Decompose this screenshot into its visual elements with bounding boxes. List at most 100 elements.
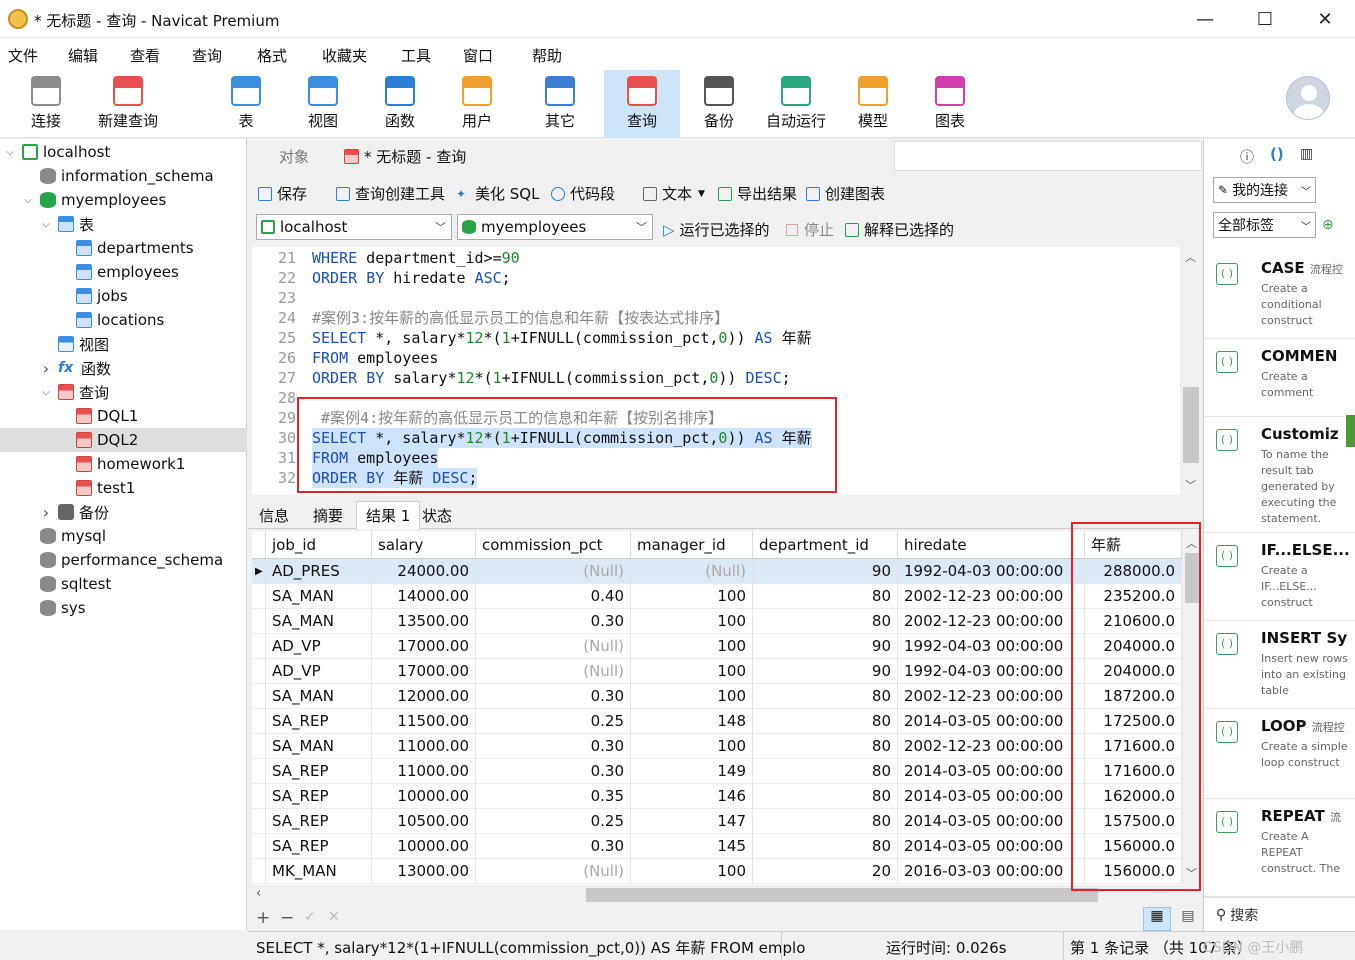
table-cell[interactable]: 20 [753, 859, 898, 884]
table-cell[interactable]: 0.25 [476, 709, 631, 734]
code-line[interactable]: ORDER BY salary*12*(1+IFNULL(commission_… [312, 368, 791, 388]
table-cell[interactable]: 146 [631, 784, 753, 809]
table-cell[interactable]: SA_REP [266, 759, 372, 784]
snippet-item[interactable]: ( ) INSERT Sy Insert new rows into an exi… [1204, 621, 1355, 709]
table-row[interactable]: SA_MAN 11000.00 0.30 100 80 2002-12-23 00:00:… [252, 734, 1182, 759]
table-cell[interactable]: 1992-04-03 00:00:00 [898, 634, 1085, 659]
chevron-down-icon[interactable]: ⌵ [40, 219, 52, 230]
table-cell[interactable]: 10000.00 [372, 834, 476, 859]
chevron-down-icon[interactable]: ⌵ [40, 387, 52, 398]
column-header[interactable]: manager_id [631, 531, 753, 559]
tree-item[interactable]: employees [0, 260, 247, 284]
tree-item[interactable]: locations [0, 308, 247, 332]
tree-item[interactable]: ⌵ myemployees [0, 188, 247, 212]
tab-info[interactable]: 信息 [250, 501, 298, 529]
tree-item[interactable]: jobs [0, 284, 247, 308]
menu-file[interactable]: 文件 [8, 45, 38, 66]
table-cell[interactable]: SA_REP [266, 834, 372, 859]
table-cell[interactable]: 80 [753, 684, 898, 709]
toolbar-new-query-button[interactable]: 新建查询 [90, 70, 166, 138]
table-row[interactable]: SA_MAN 14000.00 0.40 100 80 2002-12-23 00:00:… [252, 584, 1182, 609]
table-cell[interactable]: 100 [631, 609, 753, 634]
tree-item[interactable]: homework1 [0, 452, 247, 476]
table-cell[interactable]: (Null) [476, 559, 631, 584]
table-row[interactable]: MK_MAN 13000.00 (Null) 100 20 2016-03-03 00:0… [252, 859, 1182, 884]
grid-horizontal-scrollbar[interactable]: ‹ [252, 885, 1202, 905]
layout-icon[interactable]: ▥ [1300, 146, 1313, 162]
table-cell[interactable]: 2014-03-05 00:00:00 [898, 834, 1085, 859]
table-cell[interactable]: 11000.00 [372, 759, 476, 784]
table-row[interactable]: ▶ AD_PRES 24000.00 (Null) (Null) 90 1992-04-03… [252, 559, 1182, 584]
table-cell[interactable]: 0.35 [476, 784, 631, 809]
chevron-up-icon[interactable]: ︿ [1185, 249, 1196, 265]
tag-filter-select[interactable]: 全部标签 ﹀ [1213, 212, 1316, 238]
table-cell[interactable]: 2014-03-05 00:00:00 [898, 759, 1085, 784]
tree-item[interactable]: test1 [0, 476, 247, 500]
table-cell[interactable]: 90 [753, 659, 898, 684]
tree-item[interactable]: DQL1 [0, 404, 247, 428]
toolbar-function-button[interactable]: 函数 [362, 70, 438, 138]
tree-item[interactable]: ⌵ 查询 [0, 380, 247, 404]
table-row[interactable]: SA_REP 10000.00 0.30 145 80 2014-03-05 00:00:… [252, 834, 1182, 859]
table-cell[interactable]: 2014-03-05 00:00:00 [898, 809, 1085, 834]
table-cell[interactable]: 80 [753, 734, 898, 759]
tab-summary[interactable]: 摘要 [304, 501, 352, 529]
toolbar-connect-button[interactable]: 连接 [8, 70, 84, 138]
tab-objects[interactable]: 对象 [250, 139, 338, 173]
table-cell[interactable]: 14000.00 [372, 584, 476, 609]
chevron-right-icon[interactable]: › [40, 503, 52, 522]
table-cell[interactable]: 13000.00 [372, 859, 476, 884]
table-cell[interactable]: 80 [753, 759, 898, 784]
table-row[interactable]: AD_VP 17000.00 (Null) 100 90 1992-04-03 00:00… [252, 659, 1182, 684]
column-header[interactable]: hiredate [898, 531, 1085, 559]
table-cell[interactable]: 0.30 [476, 759, 631, 784]
grid-hscroll-thumb[interactable] [586, 888, 1098, 902]
toolbar-view-button[interactable]: 视图 [285, 70, 361, 138]
table-cell[interactable]: SA_REP [266, 709, 372, 734]
table-cell[interactable]: 0.30 [476, 834, 631, 859]
add-snippet-icon[interactable]: ⊕ [1322, 217, 1334, 233]
table-cell[interactable]: 2014-03-05 00:00:00 [898, 709, 1085, 734]
table-cell[interactable]: SA_MAN [266, 734, 372, 759]
table-row[interactable]: SA_MAN 13500.00 0.30 100 80 2002-12-23 00:00:… [252, 609, 1182, 634]
table-cell[interactable]: 148 [631, 709, 753, 734]
table-cell[interactable]: 100 [631, 734, 753, 759]
table-cell[interactable]: 0.30 [476, 609, 631, 634]
tab-status[interactable]: 状态 [413, 501, 461, 529]
query-builder-button[interactable]: 查询创建工具 [336, 183, 445, 204]
table-cell[interactable]: 90 [753, 559, 898, 584]
menu-window[interactable]: 窗口 [463, 45, 493, 66]
connection-filter-select[interactable]: ✎ 我的连接 ﹀ [1213, 177, 1316, 203]
apply-icon[interactable]: ✓ [304, 909, 316, 925]
toolbar-automation-button[interactable]: 自动运行 [758, 70, 834, 138]
table-cell[interactable]: 0.25 [476, 809, 631, 834]
result-grid[interactable]: job_id salary commission_pct manager_id depa… [252, 531, 1182, 885]
run-selected-button[interactable]: ▷ 运行已选择的 [663, 219, 770, 240]
code-line[interactable]: ORDER BY hiredate ASC; [312, 268, 511, 288]
database-select[interactable]: myemployees ﹀ [457, 214, 653, 240]
table-cell[interactable]: SA_MAN [266, 684, 372, 709]
table-cell[interactable]: 2014-03-05 00:00:00 [898, 784, 1085, 809]
snippet-item[interactable]: ( ) IF...ELSE... Create a IF...ELSE... co… [1204, 533, 1355, 621]
export-result-button[interactable]: 导出结果 [718, 183, 797, 204]
create-chart-button[interactable]: 创建图表 [806, 183, 885, 204]
table-cell[interactable]: 12000.00 [372, 684, 476, 709]
table-cell[interactable]: (Null) [476, 634, 631, 659]
table-cell[interactable]: 0.30 [476, 684, 631, 709]
explain-selected-button[interactable]: 解释已选择的 [845, 219, 954, 240]
toolbar-table-button[interactable]: 表 [208, 70, 284, 138]
table-cell[interactable]: SA_MAN [266, 584, 372, 609]
maximize-button[interactable]: ☐ [1235, 0, 1295, 38]
chevron-down-icon[interactable]: ⌵ [4, 147, 16, 158]
table-cell[interactable]: 2002-12-23 00:00:00 [898, 684, 1085, 709]
beautify-sql-button[interactable]: ✦ 美化 SQL [456, 183, 539, 204]
table-cell[interactable]: 80 [753, 784, 898, 809]
snippet-search[interactable]: ⚲ 搜索 [1204, 897, 1355, 931]
info-icon[interactable]: ⓘ [1240, 147, 1254, 167]
table-cell[interactable]: 80 [753, 834, 898, 859]
snippet-item[interactable]: ( ) COMMEN Create a comment [1204, 339, 1355, 417]
menu-favorites[interactable]: 收藏夹 [322, 45, 367, 66]
editor-scroll-thumb[interactable] [1183, 387, 1199, 463]
table-cell[interactable]: 10500.00 [372, 809, 476, 834]
tree-item[interactable]: › 备份 [0, 500, 247, 524]
